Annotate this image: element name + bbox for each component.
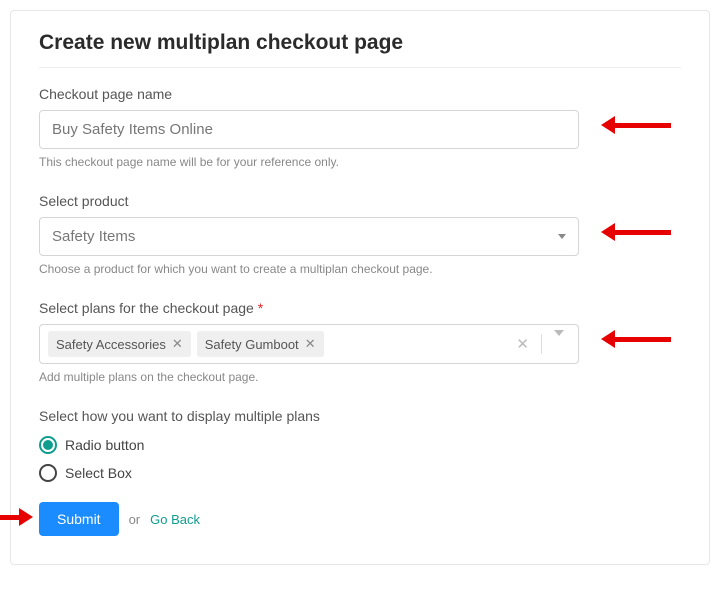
plans-helper: Add multiple plans on the checkout page. [39, 370, 681, 384]
field-display-mode: Select how you want to display multiple … [39, 408, 681, 482]
field-checkout-name: Checkout page name This checkout page na… [39, 86, 681, 169]
clear-all-icon[interactable]: ✕ [510, 335, 535, 353]
field-select-plans: Select plans for the checkout page * Saf… [39, 300, 681, 384]
checkout-name-helper: This checkout page name will be for your… [39, 155, 681, 169]
go-back-link[interactable]: Go Back [150, 512, 200, 527]
radio-icon [39, 436, 57, 454]
product-value: Safety Items [52, 228, 135, 245]
plan-tag-label: Safety Accessories [56, 337, 166, 352]
remove-tag-icon[interactable]: ✕ [305, 336, 316, 352]
remove-tag-icon[interactable]: ✕ [172, 336, 183, 352]
plan-tag: Safety Accessories ✕ [48, 331, 191, 357]
page-title: Create new multiplan checkout page [39, 31, 681, 67]
field-select-product: Select product Safety Items Choose a pro… [39, 193, 681, 276]
callout-arrow-icon [601, 116, 671, 134]
product-helper: Choose a product for which you want to c… [39, 262, 681, 276]
callout-arrow-icon [601, 223, 671, 241]
product-select[interactable]: Safety Items [39, 217, 579, 256]
plan-tag-label: Safety Gumboot [205, 337, 299, 352]
callout-arrow-icon [601, 330, 671, 348]
plans-multiselect[interactable]: Safety Accessories ✕ Safety Gumboot ✕ ✕ [39, 324, 579, 364]
submit-button[interactable]: Submit [39, 502, 119, 536]
plan-tag: Safety Gumboot ✕ [197, 331, 324, 357]
callout-arrow-icon [0, 508, 33, 526]
checkout-name-input[interactable] [39, 110, 579, 149]
checkout-name-label: Checkout page name [39, 86, 681, 102]
page-card: Create new multiplan checkout page Check… [10, 10, 710, 565]
radio-icon [39, 464, 57, 482]
display-label: Select how you want to display multiple … [39, 408, 681, 424]
actions-row: Submit or Go Back [39, 502, 681, 536]
radio-label: Radio button [65, 437, 144, 453]
plans-label: Select plans for the checkout page * [39, 300, 681, 316]
or-text: or [129, 512, 141, 527]
required-marker: * [258, 300, 263, 316]
radio-label: Select Box [65, 465, 132, 481]
chevron-down-icon[interactable] [548, 336, 570, 353]
radio-option-select-box[interactable]: Select Box [39, 464, 681, 482]
chevron-down-icon [558, 234, 566, 239]
divider [541, 334, 542, 354]
radio-option-radio-button[interactable]: Radio button [39, 436, 681, 454]
separator [39, 67, 681, 68]
product-label: Select product [39, 193, 681, 209]
